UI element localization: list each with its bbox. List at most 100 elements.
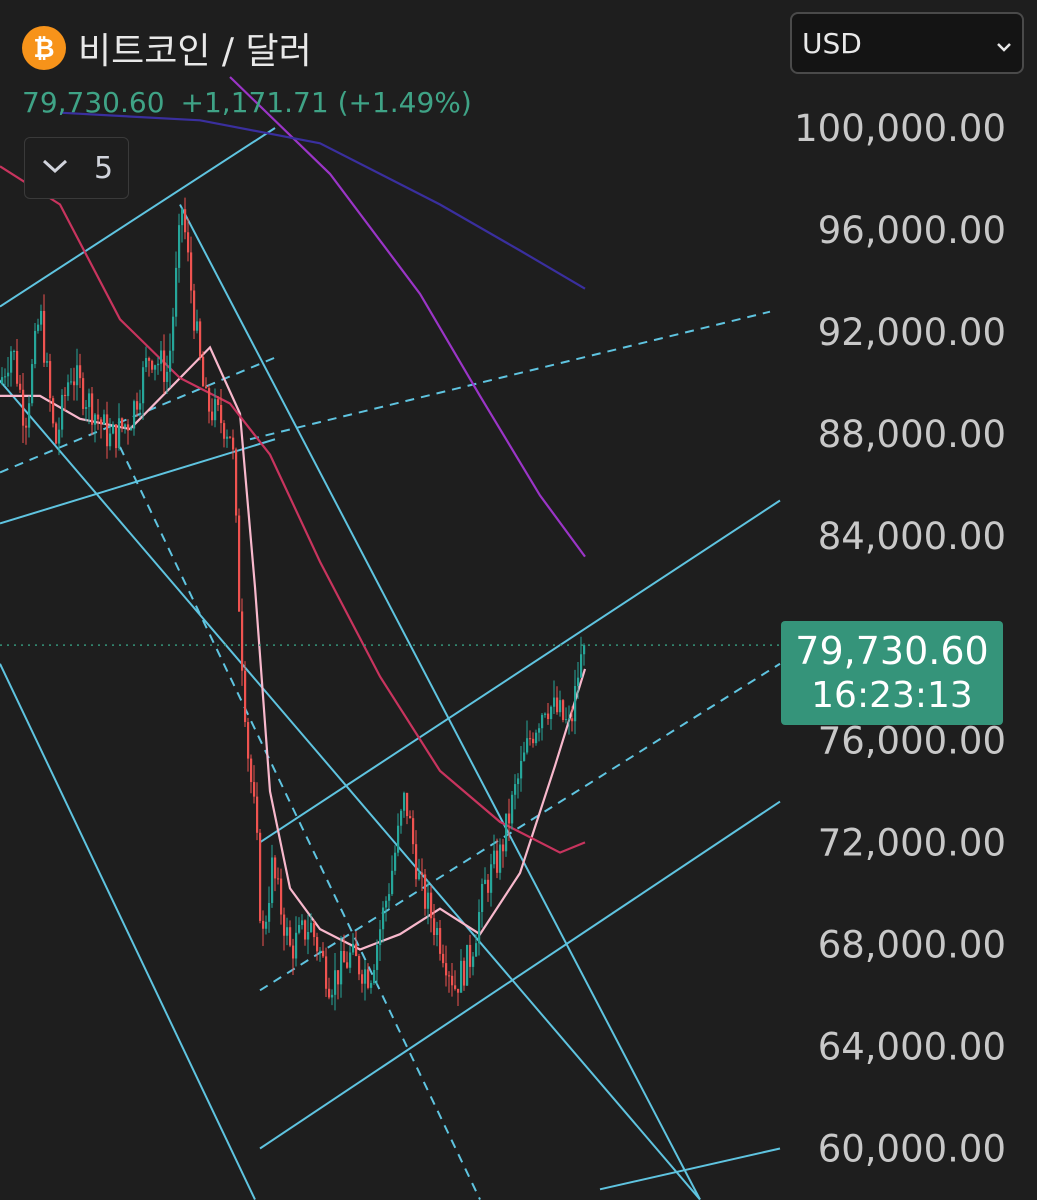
chevron-down-icon [40,154,70,182]
candle [385,896,388,922]
candle [229,436,232,439]
candle [133,399,136,436]
candle [127,419,130,445]
candle [388,883,391,909]
candle [412,810,415,854]
indicators-toggle-button[interactable]: 5 [24,137,129,199]
candle [541,713,544,741]
candle [376,939,379,985]
candle [103,409,106,425]
candle [244,661,247,728]
candle [319,947,322,962]
candle [358,953,361,981]
candle [394,845,397,875]
candle [271,844,274,908]
symbol-title[interactable]: 비트코인 / 달러 [78,22,312,74]
candle [76,348,79,401]
candle [166,355,169,395]
candle [193,283,196,340]
candle [97,398,100,430]
candle [256,782,259,841]
candle [409,810,412,819]
last-price-tag: 79,730.60 16:23:13 [781,621,1003,725]
currency-value: USD [802,26,862,60]
candle [316,932,319,961]
candle [325,947,328,997]
candle [67,374,70,401]
candle [37,318,40,334]
candle [403,791,406,818]
candle [4,368,7,387]
candle [433,904,436,946]
y-tick-label: 64,000.00 [818,1025,1006,1068]
candle [532,732,535,748]
candle [547,703,550,725]
candle [22,373,25,444]
candle [334,953,337,1011]
candle [190,236,193,304]
candle [484,867,487,885]
candle [493,834,496,869]
currency-select[interactable]: USD [790,12,1024,74]
candle [307,914,310,955]
candle [580,636,583,678]
candle [526,720,529,755]
candle [184,197,187,240]
candle [100,417,103,439]
y-tick-label: 92,000.00 [818,311,1006,354]
candle [505,813,508,857]
candle [121,417,124,433]
candle [277,867,280,885]
y-tick-label: 76,000.00 [818,719,1006,762]
trendline[interactable] [259,499,781,844]
candle [337,970,340,1000]
candle [544,712,547,718]
candle [43,294,46,368]
candle [220,389,223,434]
candle [28,395,31,438]
candle [163,334,166,394]
candle [82,372,85,416]
dashed-trendline[interactable] [119,446,481,1200]
candle [148,356,151,377]
candle [397,813,400,857]
dashed-trendline[interactable] [249,310,771,441]
candle [379,920,382,962]
dashed-trendline[interactable] [259,662,781,992]
trendline[interactable] [0,663,256,1200]
y-tick-label: 96,000.00 [818,209,1006,252]
candle [529,730,532,746]
candle [16,339,19,387]
candle [559,690,562,717]
candle [439,920,442,961]
candle [247,717,250,772]
candle [172,307,175,364]
candle [91,386,94,436]
candle [274,855,277,892]
candle [565,707,568,724]
price-tag-value: 79,730.60 [795,629,989,673]
y-tick-label: 72,000.00 [818,821,1006,864]
candle [142,361,145,420]
candle [178,213,181,283]
candle [268,886,271,933]
price-change-pct: (+1.49%) [337,86,472,119]
candle [346,951,349,969]
candle [106,401,109,459]
candle [241,598,244,686]
bitcoin-icon: ₿ [22,26,66,70]
candle [64,387,67,412]
candle [88,388,91,425]
candle [481,878,484,928]
trendline[interactable] [599,1147,781,1191]
candle [520,746,523,792]
candle [457,988,460,1007]
trendline[interactable] [0,358,701,1200]
candle [46,352,49,367]
candle [538,723,541,742]
trendline[interactable] [179,204,701,1200]
candle [499,838,502,880]
price-chart[interactable]: 100,000.00 96,000.00 92,000.00 88,000.00 84,… [0,0,1037,1200]
candle [304,919,307,946]
candle [94,412,97,443]
